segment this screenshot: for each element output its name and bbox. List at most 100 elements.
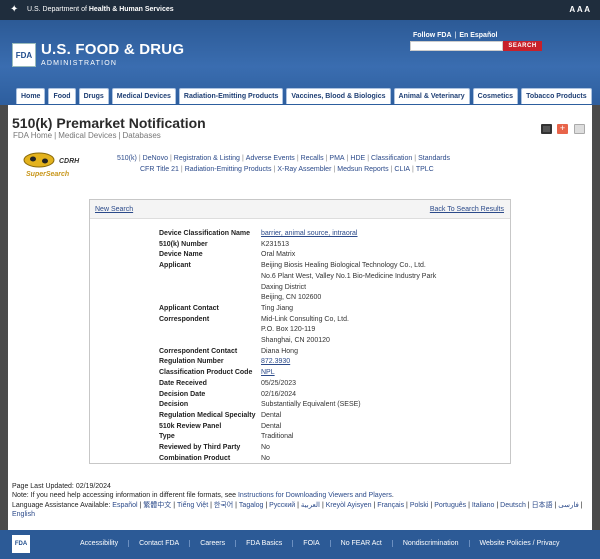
language-link[interactable]: 繁體中文 <box>143 502 171 509</box>
record-field-label: Decision Date <box>159 390 206 398</box>
record-field-label: Applicant <box>159 262 191 270</box>
language-link[interactable]: English <box>12 511 35 518</box>
language-link[interactable]: Français <box>377 502 404 509</box>
breadcrumb-link[interactable]: FDA Home <box>13 131 52 140</box>
footer-link[interactable]: FOIA <box>292 540 329 547</box>
database-link[interactable]: X-Ray Assembler <box>277 166 331 173</box>
page-title: 510(k) Premarket Notification <box>12 115 206 131</box>
language-link[interactable]: Kreyòl Ayisyen <box>326 502 372 509</box>
footer-link[interactable]: Contact FDA <box>128 540 189 547</box>
database-link[interactable]: Adverse Events <box>246 155 295 162</box>
record-row: Type Traditional <box>159 432 504 443</box>
language-link[interactable]: 日本語 <box>532 502 553 509</box>
record-row: Decision Date 02/16/2024 <box>159 390 504 401</box>
record-field-label: Decision <box>159 401 189 409</box>
footer-link[interactable]: Website Policies / Privacy <box>468 540 570 547</box>
nav-tab[interactable]: Home <box>16 88 46 104</box>
database-link[interactable]: CFR Title 21 <box>140 166 179 173</box>
record-panel: New Search Back To Search Results Device… <box>89 199 511 464</box>
text-size-controls[interactable]: A A A <box>569 5 590 14</box>
record-field-label: Correspondent Contact <box>159 347 238 355</box>
language-link[interactable]: Italiano <box>472 502 495 509</box>
language-link[interactable]: Tiếng Việt <box>177 502 208 509</box>
record-field-value: NPL <box>261 368 275 379</box>
print-icon[interactable] <box>541 124 552 134</box>
record-value-line: 05/25/2023 <box>261 379 297 387</box>
record-row: Device Classification Name barrier, anima… <box>159 229 504 240</box>
database-link[interactable]: Radiation-Emitting Products <box>185 166 272 173</box>
database-link[interactable]: Classification <box>371 155 412 162</box>
record-field-value: Oral Matrix <box>261 250 295 261</box>
site-title[interactable]: U.S. FOOD & DRUG <box>41 41 184 58</box>
nav-tab[interactable]: Cosmetics <box>472 88 519 104</box>
record-row: Correspondent Contact Diana Hong <box>159 347 504 358</box>
record-value-link[interactable]: 872.3930 <box>261 358 290 365</box>
back-to-results-link[interactable]: Back To Search Results <box>430 206 504 213</box>
nav-tab[interactable]: Food <box>48 88 76 104</box>
breadcrumb-link[interactable]: Medical Devices <box>58 131 116 140</box>
language-link[interactable]: Polski <box>410 502 429 509</box>
cdrh-supersearch-logo[interactable]: CDRH SuperSearch <box>23 150 89 180</box>
record-row: Device Name Oral Matrix <box>159 250 504 261</box>
footer-link[interactable]: Careers <box>189 540 235 547</box>
record-value-line: K231513 <box>261 240 290 248</box>
language-link[interactable]: Español <box>112 502 137 509</box>
footer-link[interactable]: Nondiscrimination <box>391 540 469 547</box>
database-link[interactable]: TPLC <box>416 166 434 173</box>
nav-tab[interactable]: Animal & Veterinary <box>393 88 470 104</box>
record-field-label: Date Received <box>159 379 207 387</box>
nav-tab[interactable]: Vaccines, Blood & Biologics <box>286 88 391 104</box>
language-link[interactable]: 한국어 <box>214 502 233 509</box>
record-value-link[interactable]: barrier, animal source, intraoral <box>261 230 358 237</box>
record-field-value: Diana Hong <box>261 347 298 358</box>
viewers-players-link[interactable]: Instructions for Downloading Viewers and… <box>238 492 392 499</box>
breadcrumb-link[interactable]: Databases <box>123 131 161 140</box>
nav-tab[interactable]: Medical Devices <box>111 88 176 104</box>
search-button[interactable]: SEARCH <box>503 41 542 51</box>
language-link[interactable]: Deutsch <box>500 502 526 509</box>
record-field-label: Regulation Number <box>159 358 224 366</box>
fda-logo[interactable]: FDA <box>12 43 36 67</box>
record-value-line: P.O. Box 120-119 <box>261 326 316 334</box>
record-value-line: Substantially Equivalent (SESE) <box>261 401 361 409</box>
new-search-link[interactable]: New Search <box>95 206 133 213</box>
database-link[interactable]: HDE <box>350 155 365 162</box>
email-icon[interactable] <box>574 124 585 134</box>
nav-tab[interactable]: Drugs <box>78 88 109 104</box>
site-footer: FDA Accessibility Contact FDA Careers FDA B… <box>0 530 600 559</box>
database-link[interactable]: 510(k) <box>117 155 137 162</box>
search-input[interactable] <box>410 41 503 51</box>
database-link[interactable]: Standards <box>418 155 450 162</box>
footer-fda-logo[interactable]: FDA <box>12 535 30 553</box>
language-link[interactable]: Русский <box>269 502 295 509</box>
record-field-value: Mid-Link Consulting Co, Ltd. P.O. Box 120… <box>261 315 349 347</box>
record-value-link[interactable]: NPL <box>261 369 275 376</box>
footer-link[interactable]: Accessibility <box>70 540 128 547</box>
record-value-line: Dental <box>261 422 282 430</box>
footer-link[interactable]: FDA Basics <box>235 540 292 547</box>
add-icon[interactable]: + <box>557 124 568 134</box>
nav-tab[interactable]: Tobacco Products <box>521 88 592 104</box>
database-link[interactable]: Recalls <box>301 155 324 162</box>
record-field-label: Correspondent <box>159 315 210 323</box>
espanol-link[interactable]: En Español <box>459 32 497 39</box>
hhs-eagle-icon: ✦ <box>10 4 19 15</box>
nav-tab[interactable]: Radiation-Emitting Products <box>178 88 284 104</box>
follow-fda-link[interactable]: Follow FDA <box>413 32 452 39</box>
database-link[interactable]: PMA <box>329 155 344 162</box>
record-field-label: Applicant Contact <box>159 304 219 312</box>
language-link[interactable]: Português <box>434 502 466 509</box>
database-link[interactable]: Registration & Listing <box>174 155 240 162</box>
database-link[interactable]: Medsun Reports <box>337 166 388 173</box>
record-value-line: No.6 Plant West, Valley No.1 Bio-Medicin… <box>261 272 437 280</box>
language-link[interactable]: فارسی <box>558 502 579 509</box>
database-link[interactable]: DeNovo <box>143 155 168 162</box>
hhs-link[interactable]: U.S. Department of Health & Human Servic… <box>27 6 174 13</box>
language-link[interactable]: العربية <box>301 502 320 509</box>
record-row: 510(k) Number K231513 <box>159 240 504 251</box>
database-link[interactable]: CLIA <box>394 166 410 173</box>
language-link[interactable]: Tagalog <box>239 502 264 509</box>
record-value-line: No <box>261 444 270 452</box>
footer-link[interactable]: No FEAR Act <box>329 540 392 547</box>
record-field-label: 510(k) Number <box>159 240 208 248</box>
